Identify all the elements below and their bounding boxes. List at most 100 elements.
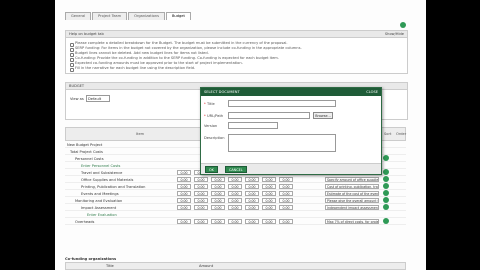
amount-cell[interactable]: 0.00	[228, 205, 242, 210]
note-field[interactable]: Estimate of the cost of the events and	[325, 191, 379, 196]
amount-cell[interactable]: 0.00	[245, 205, 259, 210]
amount-cell[interactable]: 0.00	[279, 219, 293, 224]
amount-cell[interactable]: 0.00	[262, 191, 276, 196]
amount-cell[interactable]: 0.00	[279, 191, 293, 196]
version-input[interactable]	[228, 122, 278, 129]
note-field[interactable]: Max 7% of direct costs, for project mana…	[325, 219, 379, 224]
amount-cell[interactable]: 0.00	[211, 205, 225, 210]
dialog-footer: OK CANCEL	[201, 163, 381, 174]
add-row-icon[interactable]	[383, 197, 389, 203]
table-row: Printing, Publication and Translation 0.0…	[65, 183, 406, 190]
add-row-icon[interactable]	[383, 155, 389, 161]
ok-button[interactable]: OK	[205, 166, 218, 173]
amount-cell[interactable]: 0.00	[211, 198, 225, 203]
dialog-header: SELECT DOCUMENT CLOSE	[201, 88, 381, 96]
amount-cells: 0.000.000.000.000.000.000.00	[177, 205, 296, 210]
dialog-title: SELECT DOCUMENT	[204, 90, 240, 94]
amount-cell[interactable]: 0.00	[211, 184, 225, 189]
help-panel-toggle[interactable]: Show/Hide	[385, 31, 404, 38]
table-row: Office Supplies and Materials 0.00 0.00 0.0…	[65, 176, 406, 183]
amount-cell[interactable]: 0.00	[228, 177, 242, 182]
amount-cell[interactable]: 0.00	[177, 219, 191, 224]
amount-cell[interactable]: 0.00	[245, 219, 259, 224]
tab-bar: General Project Team Organizations Budge…	[65, 12, 192, 20]
add-row-icon[interactable]	[383, 190, 389, 196]
note-field[interactable]: Specify amount of office supplies and	[325, 177, 379, 182]
amount-cell[interactable]: 0.00	[194, 191, 208, 196]
amount-cell[interactable]: 0.00	[245, 184, 259, 189]
amount-cell[interactable]: 0.00	[194, 219, 208, 224]
amount-cells: 0.000.000.000.000.000.000.00	[177, 219, 296, 224]
amount-cell[interactable]: 0.00	[177, 177, 191, 182]
row-label: Total Project Costs	[70, 149, 103, 154]
version-label: Version	[204, 124, 218, 128]
amount-cell[interactable]: 0.00	[245, 191, 259, 196]
help-circle-icon[interactable]	[400, 22, 406, 28]
url-input[interactable]	[228, 112, 310, 119]
co-funding-col-title: Title	[106, 264, 114, 268]
add-row-icon[interactable]	[383, 218, 389, 224]
row-label: Travel and Subsistence	[81, 170, 123, 175]
help-panel-header[interactable]: Help on budget tab Show/Hide	[66, 31, 407, 38]
note-field[interactable]: Please give the overall amount for the M…	[325, 198, 379, 203]
add-row-icon[interactable]	[383, 176, 389, 182]
amount-cell[interactable]: 0.00	[245, 198, 259, 203]
browse-button[interactable]: Browse...	[313, 112, 333, 119]
amount-cell[interactable]: 0.00	[177, 198, 191, 203]
amount-cells: 0.000.000.000.000.000.000.00	[177, 184, 296, 189]
amount-cells: 0.000.000.000.000.000.000.00	[177, 191, 296, 196]
amount-cell[interactable]: 0.00	[194, 184, 208, 189]
amount-cell[interactable]: 0.00	[245, 177, 259, 182]
tab-project-team[interactable]: Project Team	[92, 12, 128, 20]
amount-cell[interactable]: 0.00	[279, 205, 293, 210]
version-row: Version	[201, 122, 381, 130]
add-row-icon[interactable]	[383, 204, 389, 210]
title-row: * Title	[201, 100, 381, 108]
table-row: Events and Meetings 0.00 0.00 0.00 0.00 0.00 0…	[65, 190, 406, 197]
amount-cell[interactable]: 0.00	[228, 184, 242, 189]
add-row-icon[interactable]	[383, 169, 389, 175]
cancel-button[interactable]: CANCEL	[225, 166, 247, 173]
tab-general[interactable]: General	[65, 12, 92, 20]
amount-cell[interactable]: 0.00	[262, 205, 276, 210]
add-row-icon[interactable]	[383, 183, 389, 189]
amount-cell[interactable]: 0.00	[211, 177, 225, 182]
amount-cell[interactable]: 0.00	[177, 184, 191, 189]
amount-cell[interactable]: 0.00	[177, 170, 191, 175]
title-input[interactable]	[228, 100, 336, 107]
table-row: Overheads 0.00 0.00 0.00 0.00 0.00 0.00 0.00 Max…	[65, 218, 406, 225]
amount-cell[interactable]: 0.00	[194, 198, 208, 203]
amount-cell[interactable]: 0.00	[228, 198, 242, 203]
amount-cell[interactable]: 0.00	[279, 198, 293, 203]
col-item: Item	[136, 132, 145, 136]
dialog-close-button[interactable]: CLOSE	[366, 88, 378, 96]
amount-cell[interactable]: 0.00	[262, 184, 276, 189]
amount-cell[interactable]: 0.00	[279, 184, 293, 189]
amount-cell[interactable]: 0.00	[211, 219, 225, 224]
amount-cell[interactable]: 0.00	[211, 191, 225, 196]
description-textarea[interactable]	[228, 134, 336, 152]
co-funding-title: Co-funding organizations	[65, 257, 117, 261]
row-link[interactable]: Enter Personnel Costs	[81, 164, 120, 168]
table-row: Impact Assessment 0.00 0.00 0.00 0.00 0.00 0.0…	[65, 204, 406, 211]
col-order: Order	[396, 132, 407, 136]
row-link[interactable]: Enter Evaluation	[87, 213, 117, 217]
note-field[interactable]: Independent impact assessment by externa…	[325, 205, 379, 210]
note-field[interactable]: Cost of printing, publication, translati…	[325, 184, 379, 189]
amount-cell[interactable]: 0.00	[279, 177, 293, 182]
tab-budget[interactable]: Budget	[165, 12, 191, 20]
amount-cell[interactable]: 0.00	[177, 205, 191, 210]
amount-cell[interactable]: 0.00	[228, 219, 242, 224]
amount-cell[interactable]: 0.00	[228, 191, 242, 196]
amount-cell[interactable]: 0.00	[262, 198, 276, 203]
row-label: Office Supplies and Materials	[81, 177, 134, 182]
amount-cell[interactable]: 0.00	[262, 219, 276, 224]
view-as-select[interactable]: Default	[86, 95, 110, 102]
row-label: Overheads	[75, 219, 95, 224]
amount-cell[interactable]: 0.00	[262, 177, 276, 182]
amount-cell[interactable]: 0.00	[194, 177, 208, 182]
amount-cell[interactable]: 0.00	[177, 191, 191, 196]
tab-organizations[interactable]: Organizations	[128, 12, 165, 20]
col-sort: Sort	[384, 132, 392, 136]
amount-cell[interactable]: 0.00	[194, 205, 208, 210]
